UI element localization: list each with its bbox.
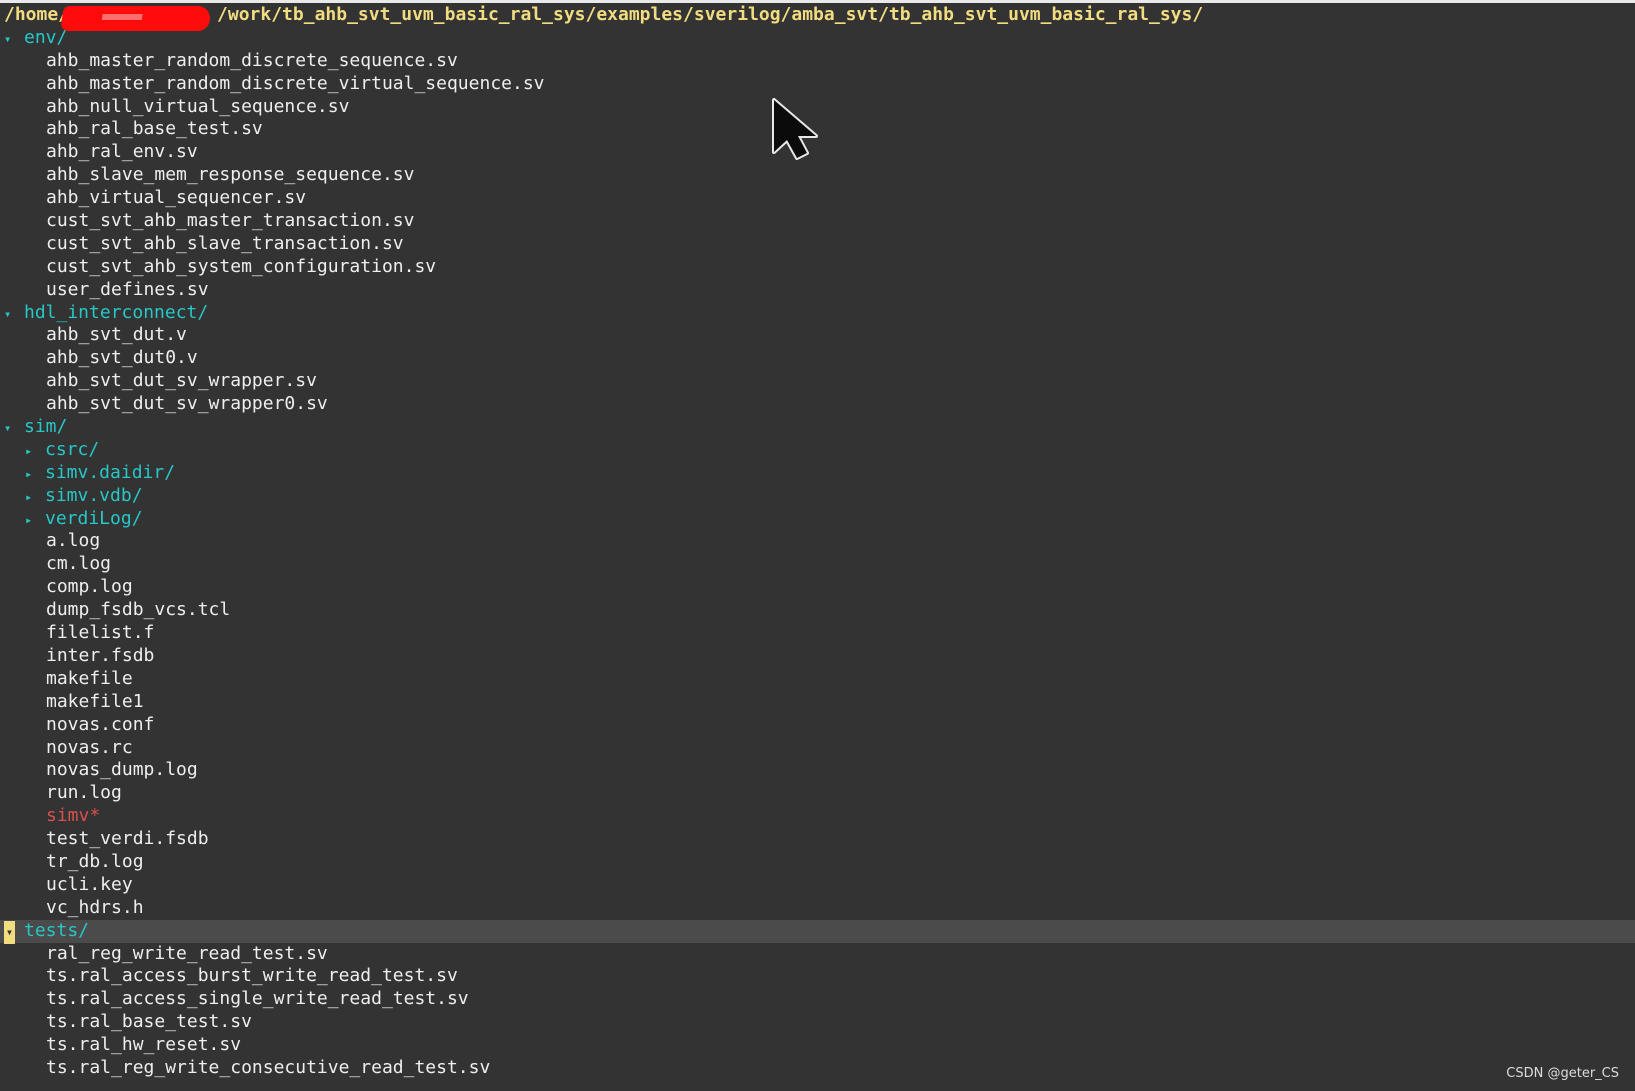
dir-tests[interactable]: ▾ tests/ (0, 919, 1635, 944)
file-item[interactable]: ral_reg_write_read_test.sv (0, 943, 1635, 966)
file-item[interactable]: ahb_master_random_discrete_sequence.sv (0, 50, 1635, 73)
dir-env[interactable]: ▾ env/ (0, 27, 1635, 50)
file-item[interactable]: user_defines.sv (0, 279, 1635, 302)
file-item[interactable]: cust_svt_ahb_master_transaction.sv (0, 210, 1635, 233)
file-item[interactable]: dump_fsdb_vcs.tcl (0, 599, 1635, 622)
file-item[interactable]: inter.fsdb (0, 645, 1635, 668)
file-item[interactable]: ahb_svt_dut0.v (0, 347, 1635, 370)
file-item[interactable]: filelist.f (0, 622, 1635, 645)
expanded-arrow-icon[interactable]: ▾ (4, 28, 24, 51)
file-item[interactable]: novas_dump.log (0, 759, 1635, 782)
file-simv[interactable]: simv* (0, 805, 1635, 828)
file-item[interactable]: run.log (0, 782, 1635, 805)
file-item[interactable]: ts.ral_hw_reset.sv (0, 1034, 1635, 1057)
file-item[interactable]: cm.log (0, 553, 1635, 576)
file-item[interactable]: makefile (0, 668, 1635, 691)
redaction-mark (60, 6, 212, 31)
dir-label: verdiLog/ (45, 507, 143, 529)
file-item[interactable]: cust_svt_ahb_system_configuration.sv (0, 256, 1635, 279)
file-tree[interactable]: /home//work/tb_ahb_svt_uvm_basic_ral_sys… (0, 4, 1635, 1080)
dir-label: env/ (24, 26, 68, 48)
dir-hdl-interconnect[interactable]: ▾ hdl_interconnect/ (0, 302, 1635, 325)
file-item[interactable]: tr_db.log (0, 851, 1635, 874)
dir-label: csrc/ (45, 438, 100, 460)
collapsed-arrow-icon[interactable]: ▸ (25, 486, 45, 509)
file-item[interactable]: comp.log (0, 576, 1635, 599)
file-item[interactable]: novas.rc (0, 737, 1635, 760)
file-item[interactable]: ahb_svt_dut.v (0, 324, 1635, 347)
file-item[interactable]: ahb_slave_mem_response_sequence.sv (0, 164, 1635, 187)
file-item[interactable]: ahb_virtual_sequencer.sv (0, 187, 1635, 210)
file-item[interactable]: novas.conf (0, 714, 1635, 737)
dir-label: sim/ (24, 416, 68, 438)
file-item[interactable]: ts.ral_base_test.sv (0, 1011, 1635, 1034)
file-item[interactable]: ts.ral_access_single_write_read_test.sv (0, 988, 1635, 1011)
file-item[interactable]: a.log (0, 530, 1635, 553)
file-item[interactable]: ahb_svt_dut_sv_wrapper0.sv (0, 393, 1635, 416)
file-item[interactable]: vc_hdrs.h (0, 897, 1635, 920)
dir-label: tests/ (24, 919, 90, 941)
expanded-arrow-icon[interactable]: ▾ (4, 920, 15, 944)
subdir-item[interactable]: ▸ verdiLog/ (0, 508, 1635, 531)
file-item[interactable]: ts.ral_reg_write_consecutive_read_test.s… (0, 1057, 1635, 1080)
subdir-item[interactable]: ▸ simv.vdb/ (0, 485, 1635, 508)
file-item[interactable]: ahb_master_random_discrete_virtual_seque… (0, 73, 1635, 96)
watermark: CSDN @geter_CS (1506, 1066, 1619, 1081)
file-item[interactable]: ts.ral_access_burst_write_read_test.sv (0, 965, 1635, 988)
file-item[interactable]: ucli.key (0, 874, 1635, 897)
subdir-item[interactable]: ▸ csrc/ (0, 439, 1635, 462)
collapsed-arrow-icon[interactable]: ▸ (25, 440, 45, 463)
file-item[interactable]: cust_svt_ahb_slave_transaction.sv (0, 233, 1635, 256)
dir-sim[interactable]: ▾ sim/ (0, 416, 1635, 439)
collapsed-arrow-icon[interactable]: ▸ (25, 463, 45, 486)
file-item[interactable]: ahb_svt_dut_sv_wrapper.sv (0, 370, 1635, 393)
collapsed-arrow-icon[interactable]: ▸ (25, 509, 45, 532)
subdir-item[interactable]: ▸ simv.daidir/ (0, 462, 1635, 485)
file-item[interactable]: test_verdi.fsdb (0, 828, 1635, 851)
expanded-arrow-icon[interactable]: ▾ (4, 303, 24, 326)
top-border (0, 0, 1635, 3)
dir-label: simv.daidir/ (45, 461, 176, 483)
dir-label: simv.vdb/ (45, 484, 143, 506)
file-item[interactable]: makefile1 (0, 691, 1635, 714)
dir-label: hdl_interconnect/ (24, 301, 209, 323)
mouse-pointer-icon (772, 98, 818, 160)
current-path: /home//work/tb_ahb_svt_uvm_basic_ral_sys… (4, 4, 1204, 25)
expanded-arrow-icon[interactable]: ▾ (4, 417, 24, 440)
